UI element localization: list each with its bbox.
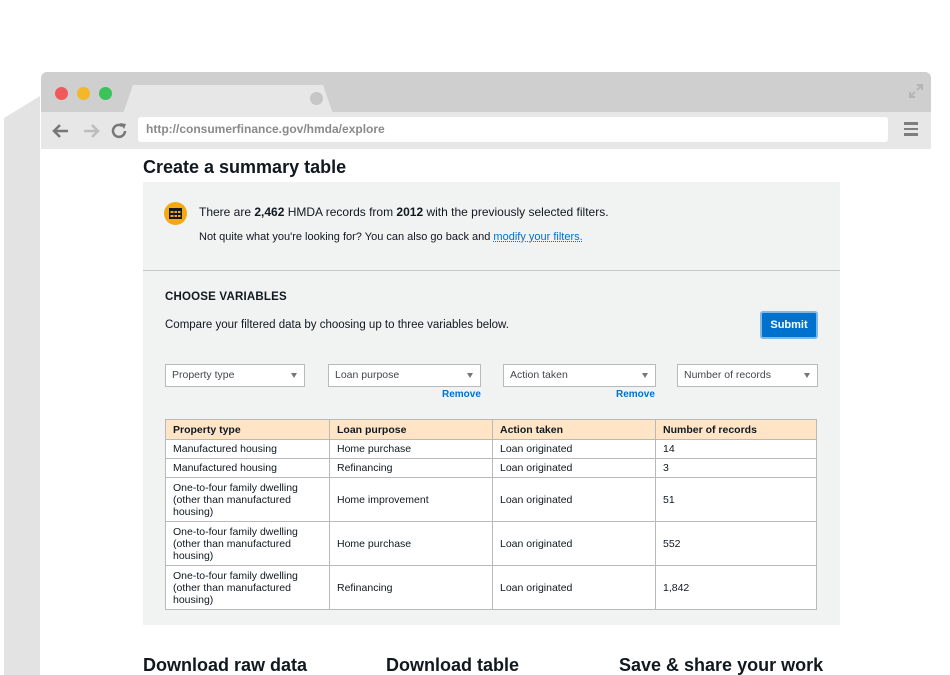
record-count: 2,462: [254, 205, 285, 219]
tab-close-icon[interactable]: [310, 92, 323, 105]
section-divider: [143, 270, 840, 271]
table-cell: One-to-four family dwelling (other than …: [165, 521, 330, 566]
page-title: Create a summary table: [143, 157, 347, 177]
chevron-down-icon: [291, 373, 297, 378]
choose-variables-heading: CHOOSE VARIABLES: [165, 291, 287, 303]
download-table-heading[interactable]: Download table: [386, 655, 519, 675]
table-cell: Refinancing: [329, 458, 493, 478]
table-cell: Loan originated: [492, 521, 656, 566]
table-cell: Manufactured housing: [165, 439, 330, 459]
modify-filters-link[interactable]: modify your filters.: [493, 231, 582, 243]
table-row: One-to-four family dwelling (other than …: [165, 477, 817, 522]
browser-side-shadow: [4, 96, 40, 675]
chevron-down-icon: [467, 373, 473, 378]
browser-titlebar: [41, 72, 931, 114]
table-row: One-to-four family dwelling (other than …: [165, 565, 817, 610]
table-cell: Home purchase: [329, 439, 493, 459]
table-cell: 51: [655, 477, 817, 522]
table-icon: [164, 202, 187, 225]
choose-variables-description: Compare your filtered data by choosing u…: [165, 319, 509, 331]
record-year: 2012: [396, 205, 424, 219]
summary-table: Property type Loan purpose Action taken …: [165, 419, 817, 610]
table-cell: Loan originated: [492, 439, 656, 459]
variable-select-3[interactable]: Action taken: [503, 364, 656, 387]
browser-window: http://consumerfinance.gov/hmda/explore …: [41, 72, 931, 675]
table-cell: 552: [655, 521, 817, 566]
address-bar[interactable]: http://consumerfinance.gov/hmda/explore …: [138, 117, 888, 142]
variable-select-1[interactable]: Property type: [165, 364, 305, 387]
submit-button[interactable]: Submit: [760, 311, 818, 339]
table-row: Manufactured housing Home purchase Loan …: [165, 439, 817, 459]
remove-variable-3-link[interactable]: Remove: [616, 389, 655, 400]
forward-arrow-icon[interactable]: [81, 121, 101, 141]
column-header: Loan purpose: [329, 419, 493, 440]
browser-tab[interactable]: [123, 85, 333, 114]
table-cell: Home purchase: [329, 521, 493, 566]
table-cell: One-to-four family dwelling (other than …: [165, 565, 330, 610]
close-window-icon[interactable]: [55, 87, 68, 100]
table-cell: Home improvement: [329, 477, 493, 522]
variable-select-2[interactable]: Loan purpose: [328, 364, 481, 387]
minimize-window-icon[interactable]: [77, 87, 90, 100]
url-text: http://consumerfinance.gov/hmda/explore: [146, 122, 385, 136]
table-cell: Loan originated: [492, 458, 656, 478]
table-cell: 1,842: [655, 565, 817, 610]
chevron-down-icon: [642, 373, 648, 378]
column-header: Property type: [165, 419, 330, 440]
table-cell: Loan originated: [492, 565, 656, 610]
table-header-row: Property type Loan purpose Action taken …: [165, 419, 817, 440]
browser-menu-icon[interactable]: [904, 122, 918, 138]
table-cell: Loan originated: [492, 477, 656, 522]
table-row: Manufactured housing Refinancing Loan or…: [165, 458, 817, 478]
chevron-down-icon: [804, 373, 810, 378]
fullscreen-expand-icon[interactable]: [907, 82, 925, 100]
table-row: One-to-four family dwelling (other than …: [165, 521, 817, 566]
modify-filters-message: Not quite what you're looking for? You c…: [199, 231, 583, 243]
column-header: Action taken: [492, 419, 656, 440]
table-cell: Refinancing: [329, 565, 493, 610]
column-header: Number of records: [655, 419, 817, 440]
save-share-heading[interactable]: Save & share your work: [619, 655, 823, 675]
download-raw-data-heading[interactable]: Download raw data: [143, 655, 307, 675]
remove-variable-2-link[interactable]: Remove: [442, 389, 481, 400]
reload-icon[interactable]: [109, 121, 129, 141]
record-count-message: There are 2,462 HMDA records from 2012 w…: [199, 205, 609, 219]
maximize-window-icon[interactable]: [99, 87, 112, 100]
variable-select-4[interactable]: Number of records: [677, 364, 818, 387]
web-page: Create a summary table There are 2,462 H…: [41, 149, 931, 675]
table-cell: Manufactured housing: [165, 458, 330, 478]
back-arrow-icon[interactable]: [51, 121, 71, 141]
table-cell: 3: [655, 458, 817, 478]
table-cell: 14: [655, 439, 817, 459]
browser-toolbar: http://consumerfinance.gov/hmda/explore …: [41, 112, 931, 149]
table-cell: One-to-four family dwelling (other than …: [165, 477, 330, 522]
summary-panel: There are 2,462 HMDA records from 2012 w…: [143, 182, 840, 625]
